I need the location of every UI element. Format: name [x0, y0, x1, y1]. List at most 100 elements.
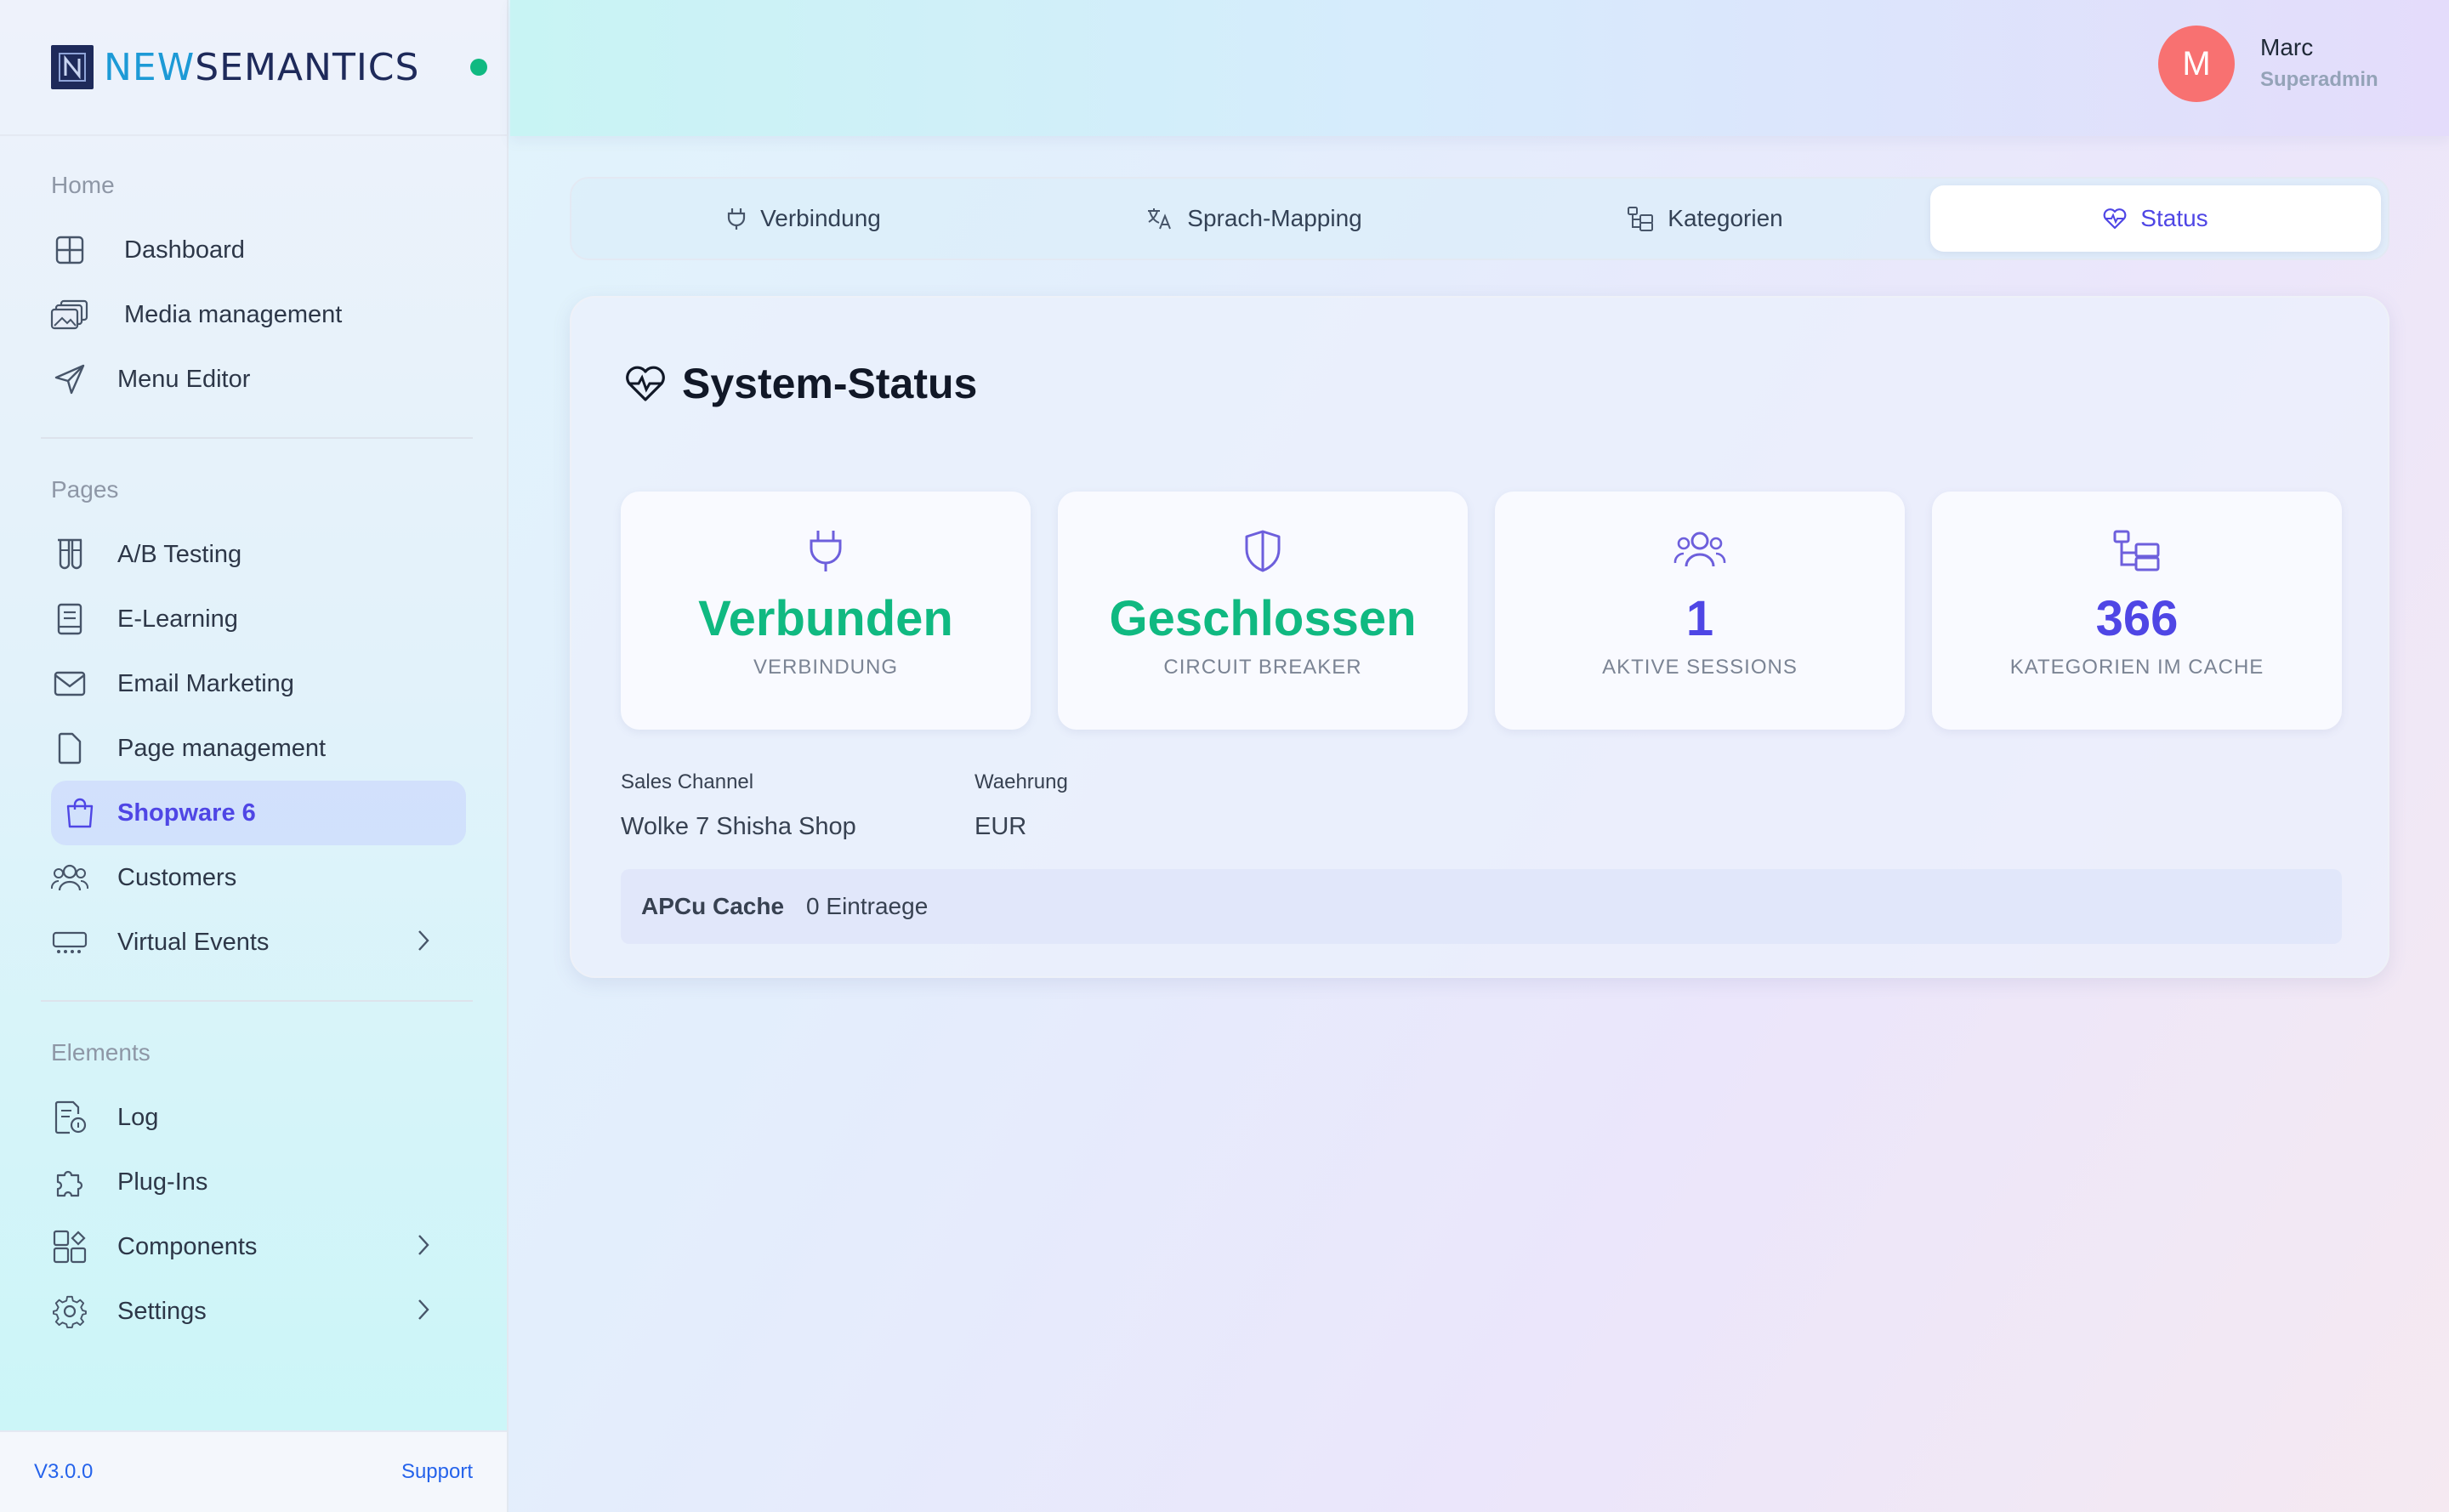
users-icon — [1673, 529, 1726, 578]
tab-sprach-mapping[interactable]: Sprach-Mapping — [1029, 185, 1480, 252]
ticket-icon — [51, 924, 88, 961]
stat-value: 1 — [1685, 591, 1714, 646]
sidebar-item-customers[interactable]: Customers — [50, 845, 456, 910]
stat-value: 366 — [2095, 591, 2179, 646]
chevron-right-icon[interactable] — [417, 1233, 430, 1264]
tab-status[interactable]: Status — [1930, 185, 2381, 252]
sidebar-item-page-management[interactable]: Page management — [51, 716, 456, 781]
section-title-home: Home — [51, 172, 115, 198]
sidebar-item-email-marketing[interactable]: Email Marketing — [51, 651, 456, 716]
sidebar-item-label: Components — [117, 1232, 258, 1260]
stat-card-active-sessions: 1 AKTIVE SESSIONS — [1495, 492, 1905, 730]
stat-label: AKTIVE SESSIONS — [1602, 656, 1798, 679]
currency-info: Waehrung EUR — [974, 770, 1068, 841]
sidebar-item-label: E-Learning — [117, 605, 238, 633]
sales-channel-info: Sales Channel Wolke 7 Shisha Shop — [621, 770, 856, 841]
tab-label: Kategorien — [1668, 205, 1783, 231]
sidebar-item-components[interactable]: Components — [51, 1214, 456, 1279]
send-arrow-icon — [51, 361, 88, 398]
sidebar-item-label: Media management — [124, 300, 343, 328]
support-link[interactable]: Support — [401, 1460, 473, 1484]
tab-kategorien[interactable]: Kategorien — [1480, 185, 1930, 252]
sidebar-item-e-learning[interactable]: E-Learning — [51, 587, 456, 651]
mail-icon — [51, 665, 88, 702]
gear-icon — [51, 1293, 88, 1330]
page-title: System-Status — [624, 359, 977, 408]
brand-logo-text[interactable]: NEWSEMANTICS — [104, 46, 419, 89]
sidebar-item-log[interactable]: Log — [51, 1085, 456, 1150]
card-title-text: System-Status — [682, 360, 978, 407]
plug-icon — [726, 207, 747, 230]
sidebar-divider — [41, 1000, 473, 1002]
currency-label: Waehrung — [974, 770, 1068, 793]
brand-part-new: NEW — [104, 45, 196, 89]
stat-label: VERBINDUNG — [753, 656, 899, 679]
plug-icon — [807, 529, 844, 578]
brand-header: NEWSEMANTICS — [0, 0, 507, 136]
section-title-pages: Pages — [51, 476, 119, 503]
components-icon — [51, 1228, 88, 1265]
sidebar-item-plug-ins[interactable]: Plug-Ins — [51, 1150, 456, 1214]
sidebar-item-label: Virtual Events — [117, 928, 270, 956]
category-tree-icon — [1627, 206, 1654, 231]
sidebar-item-virtual-events[interactable]: Virtual Events — [51, 910, 456, 975]
sidebar-item-settings[interactable]: Settings — [51, 1279, 456, 1344]
stat-value: Geschlossen — [1109, 591, 1417, 646]
nav-section-home: Home Dashboard Media management Menu Edi… — [0, 172, 507, 412]
topbar: M — [510, 0, 2449, 136]
sidebar-item-label: Customers — [117, 863, 237, 891]
apcu-cache-row: APCu Cache 0 Eintraege — [621, 869, 2342, 944]
book-icon — [51, 600, 88, 638]
sidebar-item-menu-editor[interactable]: Menu Editor — [51, 347, 456, 412]
sidebar-item-label: Plug-Ins — [117, 1168, 208, 1196]
nav-section-elements: Elements Log Plug-Ins Components Setting… — [0, 1039, 507, 1344]
category-tree-icon — [2112, 529, 2162, 578]
log-file-icon — [51, 1099, 88, 1136]
sidebar-item-label: Page management — [117, 734, 327, 762]
puzzle-icon — [51, 1163, 88, 1201]
cache-value: 0 Eintraege — [806, 893, 929, 919]
sidebar-item-label: A/B Testing — [117, 540, 242, 568]
logo-icon — [51, 45, 94, 89]
tab-bar: Verbindung Sprach-Mapping Kategorien Sta… — [570, 177, 2389, 260]
sales-channel-label: Sales Channel — [621, 770, 754, 793]
stat-card-cached-categories: 366 KATEGORIEN IM CACHE — [1932, 492, 2342, 730]
shield-icon — [1243, 529, 1282, 578]
test-tubes-icon — [51, 536, 88, 573]
sidebar-item-label: Dashboard — [124, 236, 245, 264]
tab-label: Status — [2140, 205, 2208, 231]
photos-icon — [50, 296, 88, 333]
tab-label: Sprach-Mapping — [1187, 205, 1362, 231]
tab-verbindung[interactable]: Verbindung — [578, 185, 1029, 252]
sidebar-item-ab-testing[interactable]: A/B Testing — [51, 522, 456, 587]
stat-cards: Verbunden VERBINDUNG Geschlossen CIRCUIT… — [621, 492, 2342, 730]
stat-card-connection: Verbunden VERBINDUNG — [621, 492, 1031, 730]
sidebar-item-media-management[interactable]: Media management — [50, 282, 456, 347]
sidebar: NEWSEMANTICS Home Dashboard Media manage… — [0, 0, 509, 1512]
user-name[interactable]: Marc — [2260, 34, 2313, 61]
sidebar-divider — [41, 437, 473, 439]
online-status-dot — [470, 59, 488, 76]
sales-channel-value: Wolke 7 Shisha Shop — [621, 813, 856, 840]
sidebar-item-label: Shopware 6 — [117, 799, 256, 827]
users-icon — [50, 859, 89, 896]
avatar[interactable]: M — [2158, 26, 2235, 102]
heart-pulse-icon — [624, 364, 667, 403]
sidebar-item-shopware-6[interactable]: Shopware 6 — [51, 781, 466, 845]
version-label: V3.0.0 — [34, 1460, 94, 1483]
stat-label: KATEGORIEN IM CACHE — [2009, 656, 2264, 679]
currency-value: EUR — [974, 813, 1027, 840]
system-status-card: System-Status Verbunden VERBINDUNG Gesch… — [570, 296, 2389, 978]
sidebar-item-dashboard[interactable]: Dashboard — [51, 218, 456, 282]
chevron-right-icon[interactable] — [417, 1298, 430, 1328]
tab-label: Verbindung — [760, 205, 881, 231]
sidebar-footer: V3.0.0 Support — [0, 1430, 507, 1512]
cache-label: APCu Cache — [641, 893, 785, 919]
translate-icon — [1146, 207, 1173, 230]
nav-section-pages: Pages A/B Testing E-Learning Email Marke… — [0, 476, 507, 975]
heart-pulse-icon — [2103, 207, 2127, 230]
chevron-right-icon[interactable] — [417, 929, 430, 959]
sidebar-item-label: Settings — [117, 1297, 207, 1325]
sidebar-item-label: Email Marketing — [117, 669, 294, 697]
brand-part-semantics: SEMANTICS — [195, 45, 420, 89]
